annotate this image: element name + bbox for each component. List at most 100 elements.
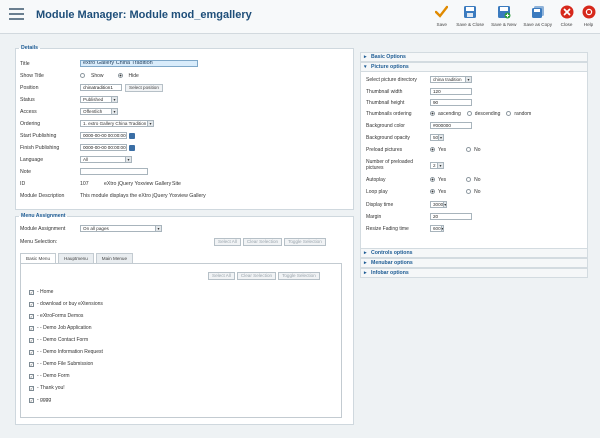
title-input[interactable]: extro Gallery China Tradition — [80, 60, 198, 67]
checkbox-checked-icon[interactable]: ✓ — [29, 301, 34, 307]
menubar-options-header[interactable]: Menubar options — [360, 258, 588, 268]
options-panel: Basic Options Picture options Select pic… — [360, 45, 588, 283]
display-time-select[interactable]: 3000 ▾ — [430, 201, 447, 208]
margin-label: Margin — [366, 213, 382, 220]
loop-play-label: Loop play — [366, 188, 388, 195]
menu-item-label: - - Demo Contact Form — [37, 337, 89, 343]
menu-item[interactable]: ✓ - - Demo File Submission — [29, 361, 93, 367]
menu-tab[interactable]: Main Menue — [95, 253, 134, 263]
help-button[interactable]: Help — [581, 4, 596, 27]
checkbox-checked-icon[interactable]: ✓ — [29, 373, 34, 379]
number-preloaded-label: Number of preloaded pictures — [366, 159, 413, 171]
chevron-down-icon: ▾ — [438, 135, 443, 140]
menu-item-label: - gggg — [37, 397, 52, 403]
id-label: ID — [20, 180, 26, 187]
note-input[interactable] — [80, 168, 148, 175]
ordering-select[interactable]: 1. extro Gallery China Tradition ▾ — [80, 120, 154, 127]
select-position-button[interactable]: Select position — [125, 83, 163, 92]
menu-tab-panel: Select All Clear Selection Toggle Select… — [20, 263, 342, 418]
start-publishing-input[interactable]: 0000-00-00 00:00:00 — [80, 132, 127, 139]
chevron-down-icon: ▾ — [465, 77, 471, 82]
calendar-icon[interactable] — [129, 132, 135, 139]
position-input[interactable]: chinatradition1 — [80, 84, 122, 91]
picture-directory-select[interactable]: china tradition ▾ — [430, 76, 472, 83]
ordering-random-radio[interactable]: random — [506, 111, 531, 117]
thumbnail-width-input[interactable]: 120 — [430, 88, 472, 95]
number-preloaded-select[interactable]: 2 ▾ — [430, 161, 444, 169]
show-title-hide-radio[interactable]: Hide — [117, 73, 139, 79]
background-color-label: Background color — [366, 122, 405, 129]
menu-tab[interactable]: Basic Menu — [20, 253, 57, 263]
panel-clear-selection-button[interactable]: Clear Selection — [236, 272, 277, 280]
menu-item[interactable]: ✓ - gggg — [29, 397, 51, 403]
checkbox-checked-icon[interactable]: ✓ — [29, 337, 34, 343]
resize-fading-select[interactable]: 600 ▾ — [430, 225, 444, 232]
checkbox-checked-icon[interactable]: ✓ — [29, 397, 34, 403]
save-copy-button[interactable]: Save as Copy — [523, 4, 552, 27]
thumbnail-height-input[interactable]: 90 — [430, 99, 472, 106]
radio-icon — [466, 147, 472, 152]
picture-options-header[interactable]: Picture options — [360, 62, 588, 72]
checkbox-checked-icon[interactable]: ✓ — [29, 361, 34, 367]
language-select[interactable]: All ▾ — [80, 156, 132, 163]
checkbox-checked-icon[interactable]: ✓ — [29, 289, 34, 295]
loop-yes-radio[interactable]: Yes — [430, 189, 446, 195]
select-all-button[interactable]: Select All — [214, 238, 241, 246]
save-button[interactable]: Save — [434, 4, 449, 27]
background-color-input[interactable]: #000000 — [430, 122, 472, 129]
toolbar-button-label: Help — [583, 22, 594, 27]
id-value: 107 — [80, 180, 89, 187]
resize-fading-label: Resize Fading time — [366, 225, 409, 232]
chevron-down-icon: ▾ — [147, 121, 153, 126]
finish-publishing-input[interactable]: 0000-00-00 00:00:00 — [80, 144, 127, 151]
language-label: Language — [20, 156, 44, 163]
close-button[interactable]: Close — [559, 4, 574, 27]
menu-item[interactable]: ✓ - Thank you! — [29, 385, 65, 391]
menu-item[interactable]: ✓ - download or buy eXtensions — [29, 301, 103, 307]
clear-selection-button[interactable]: Clear Selection — [242, 238, 283, 246]
checkbox-checked-icon[interactable]: ✓ — [29, 385, 34, 391]
infobar-options-header[interactable]: Infobar options — [360, 268, 588, 278]
autoplay-label: Autoplay — [366, 176, 386, 183]
menu-item[interactable]: ✓ - - Demo Job Application — [29, 325, 91, 331]
access-select[interactable]: Offentlich ▾ — [80, 108, 118, 115]
autoplay-yes-radio[interactable]: Yes — [430, 177, 446, 183]
panel-select-all-button[interactable]: Select All — [208, 272, 235, 280]
radio-selected-icon — [430, 147, 435, 152]
close-icon — [559, 4, 574, 19]
save-close-button[interactable]: Save & Close — [456, 4, 484, 27]
save-new-button[interactable]: Save & New — [491, 4, 516, 27]
panel-toggle-selection-button[interactable]: Toggle Selection — [278, 272, 320, 280]
note-label: Note — [20, 168, 31, 175]
menu-item[interactable]: ✓ - - Demo Information Request — [29, 349, 103, 355]
toggle-selection-button[interactable]: Toggle Selection — [284, 238, 326, 246]
selection-buttons-panel: Select All Clear Selection Toggle Select… — [208, 272, 320, 280]
autoplay-no-radio[interactable]: No — [466, 177, 481, 183]
show-title-show-radio[interactable]: Show — [80, 73, 104, 79]
access-label: Access — [20, 108, 37, 115]
margin-input[interactable]: 20 — [430, 213, 472, 220]
menu-item[interactable]: ✓ - eXtroForms Demos — [29, 313, 83, 319]
ordering-ascending-radio[interactable]: ascending — [430, 111, 461, 117]
ordering-descending-radio[interactable]: descending — [466, 111, 500, 117]
radio-selected-icon — [430, 189, 435, 194]
preload-no-radio[interactable]: No — [466, 147, 481, 153]
menu-item[interactable]: ✓ - Home — [29, 289, 53, 295]
page-title: Module Manager: Module mod_emgallery — [36, 9, 252, 21]
checkbox-checked-icon[interactable]: ✓ — [29, 325, 34, 331]
header: Module Manager: Module mod_emgallery Sav… — [0, 0, 600, 34]
menu-tab[interactable]: Hauptmenu — [58, 253, 94, 263]
menu-item[interactable]: ✓ - - Demo Contact Form — [29, 337, 88, 343]
module-assignment-select[interactable]: On all pages ▾ — [80, 225, 162, 232]
preload-yes-radio[interactable]: Yes — [430, 147, 446, 153]
calendar-icon[interactable] — [129, 144, 135, 151]
background-opacity-select[interactable]: 50 ▾ — [430, 134, 444, 141]
basic-options-header[interactable]: Basic Options — [360, 52, 588, 62]
menu-tabs: Basic Menu Hauptmenu Main Menue — [20, 253, 135, 263]
status-select[interactable]: Published ▾ — [80, 96, 118, 103]
loop-no-radio[interactable]: No — [466, 189, 481, 195]
checkbox-checked-icon[interactable]: ✓ — [29, 349, 34, 355]
checkbox-checked-icon[interactable]: ✓ — [29, 313, 34, 319]
menu-item[interactable]: ✓ - - Demo Form — [29, 373, 70, 379]
controls-options-header[interactable]: Controls options — [360, 248, 588, 258]
